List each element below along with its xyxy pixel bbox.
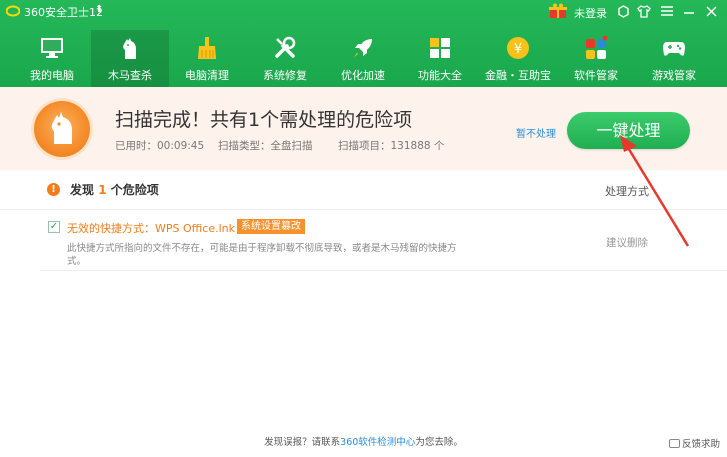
scan-status-panel: 扫描完成！共有1个需处理的危险项 已用时：00:09:45 扫描类型：全盘扫描 … <box>0 87 727 170</box>
warning-icon: ! <box>47 183 60 196</box>
login-link[interactable]: 未登录 <box>574 5 607 21</box>
title-bar: 360安全卫士12 ⬆ 未登录 <box>0 0 727 24</box>
broom-icon <box>198 37 216 59</box>
horse-icon <box>51 112 72 144</box>
risk-item-title: 无效的快捷方式：WPS Office.lnk <box>67 222 235 235</box>
horse-icon <box>123 38 136 59</box>
nav-item-finance[interactable]: ¥ 金融・互助宝 <box>479 30 557 87</box>
shirt-icon[interactable] <box>636 3 652 19</box>
risk-item-checkbox[interactable]: ✓ <box>48 221 60 233</box>
skin-icon[interactable] <box>615 3 631 19</box>
app-title: 360安全卫士12 <box>24 6 103 19</box>
risk-count: 1 <box>98 183 107 197</box>
elapsed-time: 已用时：00:09:45 <box>115 140 205 152</box>
gift-icon[interactable] <box>548 3 568 19</box>
nav-item-speedup[interactable]: 优化加速 <box>324 30 402 87</box>
apps-icon <box>586 36 608 59</box>
app-logo-icon <box>6 5 20 17</box>
nav-item-label: 优化加速 <box>341 69 385 82</box>
nav-item-system-repair[interactable]: 系统修复 <box>246 30 324 87</box>
detection-center-link[interactable]: 360软件检测中心 <box>340 437 415 448</box>
monitor-icon <box>41 38 63 58</box>
nav-item-label: 金融・互助宝 <box>485 69 551 82</box>
upgrade-arrow-icon[interactable]: ⬆ <box>95 4 103 15</box>
nav-item-label: 功能大全 <box>418 69 462 82</box>
trojan-status-badge <box>34 101 90 157</box>
minimize-icon[interactable] <box>681 3 697 19</box>
nav-item-my-computer[interactable]: 我的电脑 <box>13 30 91 87</box>
rocket-icon <box>354 39 372 57</box>
app-header: 360安全卫士12 ⬆ 未登录 我的电脑 木马查杀 电脑清理 系统修复 优化加速… <box>0 0 727 87</box>
risk-item-description: 此快捷方式所指向的文件不存在，可能是由于程序卸载不彻底导致，或者是木马残留的快捷… <box>67 243 457 267</box>
nav-item-software-manager[interactable]: 软件管家 <box>557 30 635 87</box>
nav-item-all-functions[interactable]: 功能大全 <box>401 30 479 87</box>
close-icon[interactable] <box>703 3 719 19</box>
risk-category-badge: 系统设置篡改 <box>237 219 305 234</box>
feedback-link[interactable]: 反馈求助 <box>669 436 720 450</box>
nav-item-label: 电脑清理 <box>185 69 229 82</box>
risk-item-row[interactable]: ✓ 无效的快捷方式：WPS Office.lnk 系统设置篡改 此快捷方式所指向… <box>40 211 727 271</box>
risk-item-action[interactable]: 建议删除 <box>606 235 648 250</box>
gamepad-icon <box>663 42 685 56</box>
scan-item-count: 扫描项目：131888 个 <box>338 140 445 152</box>
nav-item-label: 软件管家 <box>574 69 618 82</box>
scan-result-title: 扫描完成！共有1个需处理的危险项 <box>115 109 413 131</box>
risk-count-label: 发现 1 个危险项 <box>70 183 159 197</box>
wrench-icon <box>275 36 296 58</box>
svg-text:¥: ¥ <box>514 42 522 57</box>
chat-icon <box>669 439 680 448</box>
risk-list-header: ! 发现 1 个危险项 处理方式 <box>0 170 727 210</box>
nav-item-label: 木马查杀 <box>108 69 152 82</box>
coin-icon: ¥ <box>507 37 529 59</box>
action-column-header: 处理方式 <box>605 185 649 198</box>
nav-item-label: 游戏管家 <box>652 69 696 82</box>
one-click-fix-button[interactable]: 一键处理 <box>567 112 690 149</box>
grid-icon <box>430 38 450 58</box>
scan-type: 扫描类型：全盘扫描 <box>218 140 313 152</box>
nav-item-label: 我的电脑 <box>30 69 74 82</box>
main-nav: 我的电脑 木马查杀 电脑清理 系统修复 优化加速 功能大全 ¥ 金融・互助宝 软… <box>0 30 727 87</box>
skip-processing-link[interactable]: 暂不处理 <box>516 125 556 140</box>
menu-icon[interactable] <box>659 3 675 19</box>
nav-item-cleanup[interactable]: 电脑清理 <box>168 30 246 87</box>
false-positive-note: 发现误报？请联系360软件检测中心为您去除。 <box>264 437 463 448</box>
nav-item-trojan-scan[interactable]: 木马查杀 <box>91 30 169 87</box>
nav-item-label: 系统修复 <box>263 69 307 82</box>
nav-item-game-manager[interactable]: 游戏管家 <box>635 30 713 87</box>
